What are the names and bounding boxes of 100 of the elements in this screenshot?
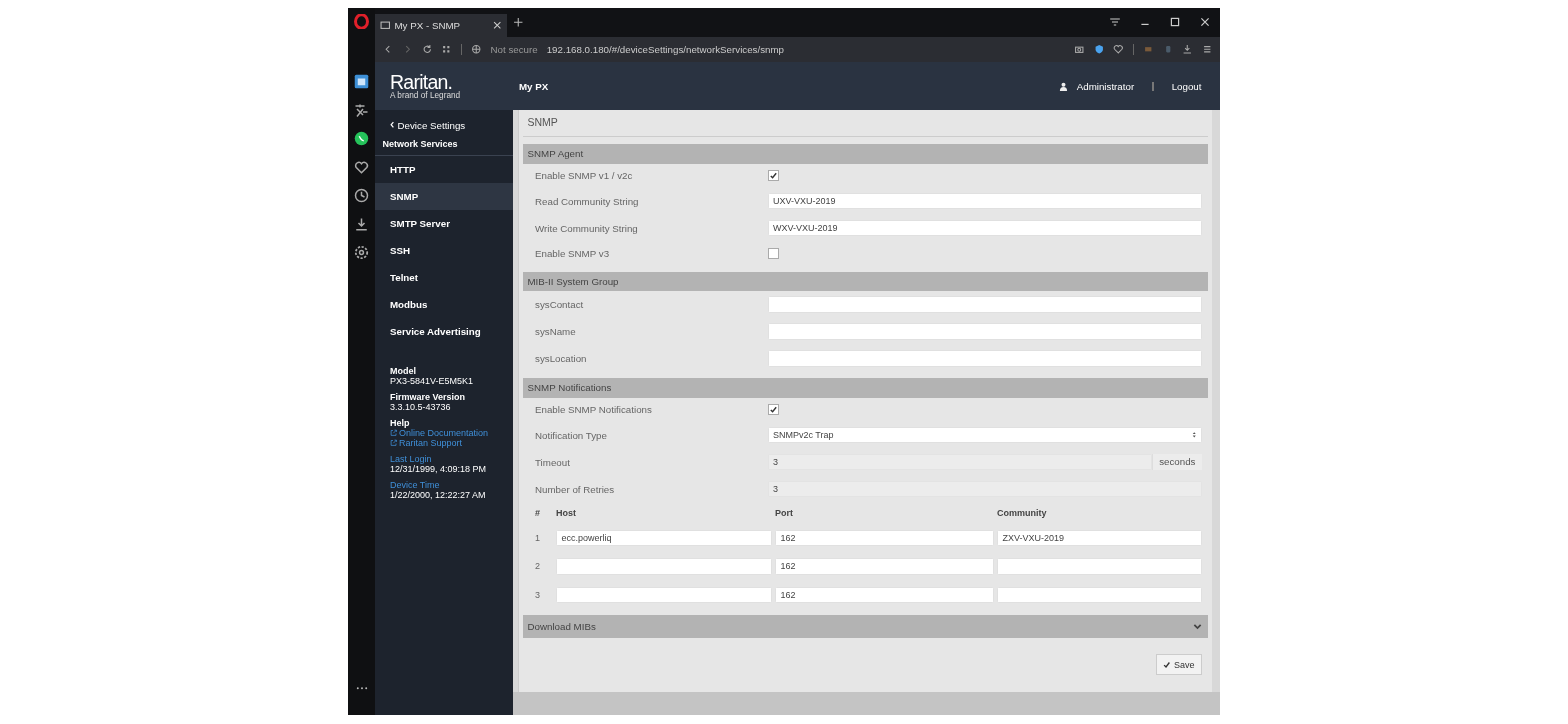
address-field[interactable]: 192.168.0.180/#/deviceSettings/networkServices/snmp [546, 43, 785, 55]
text-field[interactable] [767, 323, 1202, 340]
download-icon[interactable] [354, 216, 369, 232]
info-link[interactable]: Last Login [390, 453, 513, 464]
text-field[interactable]: 162 [775, 558, 994, 575]
user-icon [1058, 81, 1068, 91]
field-label: Notification Type [535, 429, 608, 441]
column-header: Community [997, 508, 1048, 518]
heart-icon[interactable] [1113, 44, 1124, 55]
more-icon[interactable] [355, 686, 368, 691]
page-icon [379, 20, 390, 31]
info-value: 1/22/2000, 12:22:27 AM [390, 489, 487, 500]
menu-icon[interactable] [1201, 44, 1212, 55]
text-field[interactable]: WXV-VXU-2019 [767, 219, 1202, 237]
section-header: SNMP Agent [523, 144, 1208, 164]
globe-icon[interactable] [471, 44, 482, 55]
section-header: MIB-II System Group [523, 271, 1208, 291]
download-icon[interactable] [1182, 44, 1193, 55]
unit-addon: seconds [1152, 453, 1202, 471]
field-label: Write Community String [535, 222, 639, 234]
close-icon[interactable] [1198, 16, 1211, 29]
sidebar-item[interactable]: HTTP [375, 155, 513, 183]
text-field[interactable]: ZXV-VXU-2019 [997, 529, 1202, 546]
info-label: Model [390, 365, 417, 376]
settings-icon[interactable] [354, 245, 369, 260]
sidebar-item[interactable]: Modbus [375, 290, 513, 318]
sidebar-item[interactable]: SSH [375, 236, 513, 264]
info-label: Help [390, 417, 410, 428]
section-title: Download MIBs [527, 619, 596, 634]
save-button[interactable]: Save [1156, 654, 1202, 675]
field-label: sysLocation [535, 353, 588, 364]
checkbox[interactable] [767, 404, 779, 415]
text-field[interactable] [556, 586, 772, 603]
camera-icon[interactable] [1074, 44, 1085, 55]
back-icon[interactable] [382, 44, 393, 55]
check-icon [1163, 660, 1171, 669]
text-field[interactable] [767, 350, 1202, 367]
text-field[interactable] [556, 558, 772, 575]
row-number: 3 [535, 589, 541, 600]
help-link[interactable]: Online Documentation [390, 427, 513, 438]
grid-icon[interactable] [441, 44, 452, 55]
text-field[interactable] [767, 296, 1202, 313]
text-field[interactable]: 162 [775, 586, 994, 603]
info-value: 3.3.10.5-43736 [390, 401, 452, 412]
field-label: Number of Retries [535, 483, 616, 495]
browser-logo-icon[interactable] [354, 14, 369, 29]
text-field[interactable] [997, 558, 1202, 575]
field-label: sysName [535, 326, 577, 337]
translate-icon[interactable] [354, 102, 369, 118]
sidebar-item[interactable]: Telnet [375, 263, 513, 291]
sidebar-item[interactable]: SMTP Server [375, 209, 513, 237]
text-field[interactable] [997, 586, 1202, 603]
row-number: 2 [535, 561, 541, 572]
sidebar-heading: Network Services [375, 134, 513, 156]
sidebar-item[interactable]: SNMP [375, 182, 513, 210]
column-header: # [535, 508, 541, 518]
back-label: Device Settings [397, 119, 466, 131]
filter-icon[interactable] [1108, 16, 1121, 29]
field-label: sysContact [535, 299, 585, 310]
tab-title: My PX - SNMP [394, 19, 462, 31]
text-field[interactable]: UXV-VXU-2019 [767, 192, 1202, 210]
page-title: SNMP [523, 110, 1208, 137]
info-link[interactable]: Device Time [390, 479, 513, 490]
logo-tagline: A brand of Legrand [390, 90, 462, 100]
shield-icon[interactable] [1093, 44, 1104, 55]
info-value: 12/31/1999, 4:09:18 PM [390, 463, 488, 474]
text-field[interactable]: 162 [775, 529, 994, 546]
chevron-left-icon [390, 121, 395, 129]
select-field[interactable]: SNMPv2c Trap [767, 426, 1202, 444]
readonly-field: 3 [767, 480, 1202, 498]
maximize-icon[interactable] [1168, 16, 1181, 29]
field-label: Enable SNMP Notifications [535, 404, 653, 415]
section-header: SNMP Notifications [523, 378, 1208, 398]
logout-link[interactable]: Logout [1171, 80, 1202, 92]
field-label: Timeout [535, 456, 571, 468]
back-link[interactable]: Device Settings [375, 116, 513, 134]
browser-tab[interactable]: My PX - SNMP [375, 14, 507, 37]
field-label: Read Community String [535, 195, 640, 207]
checkbox[interactable] [767, 170, 779, 181]
info-value: PX3-5841V-E5M5K1 [390, 375, 475, 386]
chat-icon[interactable] [354, 131, 369, 146]
clock-icon[interactable] [354, 188, 369, 203]
home-icon[interactable] [354, 74, 369, 89]
help-link[interactable]: Raritan Support [390, 437, 513, 448]
readonly-field: 3 [767, 453, 1153, 471]
reload-icon[interactable] [421, 44, 432, 55]
info-label: Firmware Version [390, 391, 467, 402]
checkbox[interactable] [767, 248, 779, 259]
field-label: Enable SNMP v3 [535, 248, 611, 259]
heart-icon[interactable] [354, 159, 369, 175]
text-field[interactable]: ecc.powerliq [556, 529, 772, 546]
security-label: Not secure [490, 43, 538, 55]
column-header: Host [556, 508, 577, 518]
new-tab-icon[interactable] [513, 17, 524, 28]
field-label: Enable SNMP v1 / v2c [535, 170, 634, 181]
row-number: 1 [535, 532, 541, 543]
close-icon[interactable] [492, 20, 503, 31]
section-header[interactable]: Download MIBs [523, 615, 1208, 638]
sidebar-item[interactable]: Service Advertising [375, 317, 513, 345]
updown-icon [1191, 431, 1196, 439]
